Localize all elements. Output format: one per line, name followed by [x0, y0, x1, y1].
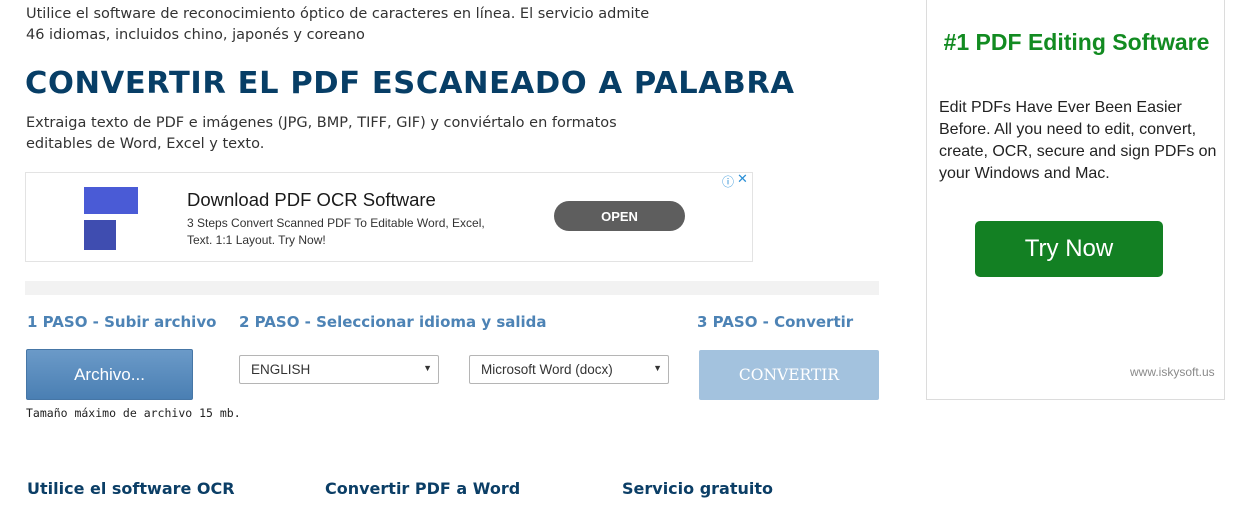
language-select-value: ENGLISH	[251, 362, 311, 377]
link-free-service[interactable]: Servicio gratuito	[622, 479, 773, 498]
side-ad-title[interactable]: #1 PDF Editing Software	[931, 29, 1222, 56]
side-ad-domain: www.iskysoft.us	[1130, 365, 1215, 379]
subtitle-line-1: Extraiga texto de PDF e imágenes (JPG, B…	[26, 115, 617, 131]
output-format-select[interactable]: Microsoft Word (docx) ▼	[469, 355, 669, 384]
file-upload-button[interactable]: Archivo...	[26, 349, 193, 400]
side-ad[interactable]: #1 PDF Editing Software Edit PDFs Have E…	[926, 0, 1225, 400]
convert-button[interactable]: CONVERTIR	[699, 350, 879, 400]
side-ad-text-line-3: create, OCR, secure and sign PDFs on	[939, 143, 1217, 160]
step-3-label: 3 PASO - Convertir	[697, 313, 854, 331]
side-ad-text-line-1: Edit PDFs Have Ever Been Easier	[939, 99, 1182, 116]
subtitle-line-2: editables de Word, Excel y texto.	[26, 136, 265, 152]
link-convert-pdf-word[interactable]: Convertir PDF a Word	[325, 479, 520, 498]
ad-open-button[interactable]: OPEN	[554, 201, 685, 231]
dropdown-arrow-icon: ▼	[653, 363, 662, 373]
try-now-button[interactable]: Try Now	[975, 221, 1163, 277]
ad-logo-bottom-block	[84, 220, 116, 250]
max-file-size-note: Tamaño máximo de archivo 15 mb.	[26, 406, 241, 420]
dropdown-arrow-icon: ▼	[423, 363, 432, 373]
side-ad-text: Edit PDFs Have Ever Been Easier Before. …	[939, 97, 1219, 185]
intro-text: Utilice el software de reconocimiento óp…	[26, 4, 686, 46]
ad-logo-top-block	[84, 187, 138, 214]
ad-description: 3 Steps Convert Scanned PDF To Editable …	[187, 215, 517, 249]
page-subtitle: Extraiga texto de PDF e imágenes (JPG, B…	[26, 113, 686, 155]
ad-description-line-1: 3 Steps Convert Scanned PDF To Editable …	[187, 216, 485, 230]
intro-line-2: 46 idiomas, incluidos chino, japonés y c…	[26, 27, 365, 43]
info-icon[interactable]: ⓘ	[722, 173, 734, 190]
link-ocr-software[interactable]: Utilice el software OCR	[27, 479, 235, 498]
intro-line-1: Utilice el software de reconocimiento óp…	[26, 6, 650, 22]
side-ad-text-line-4: your Windows and Mac.	[939, 165, 1110, 182]
inline-ad[interactable]: Download PDF OCR Software 3 Steps Conver…	[25, 172, 753, 262]
step-2-label: 2 PASO - Seleccionar idioma y salida	[239, 313, 547, 331]
step-1-label: 1 PASO - Subir archivo	[27, 313, 217, 331]
divider-bar	[25, 281, 879, 295]
close-icon[interactable]: ✕	[737, 172, 748, 187]
page-title: CONVERTIR EL PDF ESCANEADO A PALABRA	[25, 66, 795, 101]
ad-description-line-2: Text. 1:1 Layout. Try Now!	[187, 233, 326, 247]
ad-headline[interactable]: Download PDF OCR Software	[187, 189, 436, 211]
output-format-select-value: Microsoft Word (docx)	[481, 362, 613, 377]
language-select[interactable]: ENGLISH ▼	[239, 355, 439, 384]
side-ad-text-line-2: Before. All you need to edit, convert,	[939, 121, 1197, 138]
